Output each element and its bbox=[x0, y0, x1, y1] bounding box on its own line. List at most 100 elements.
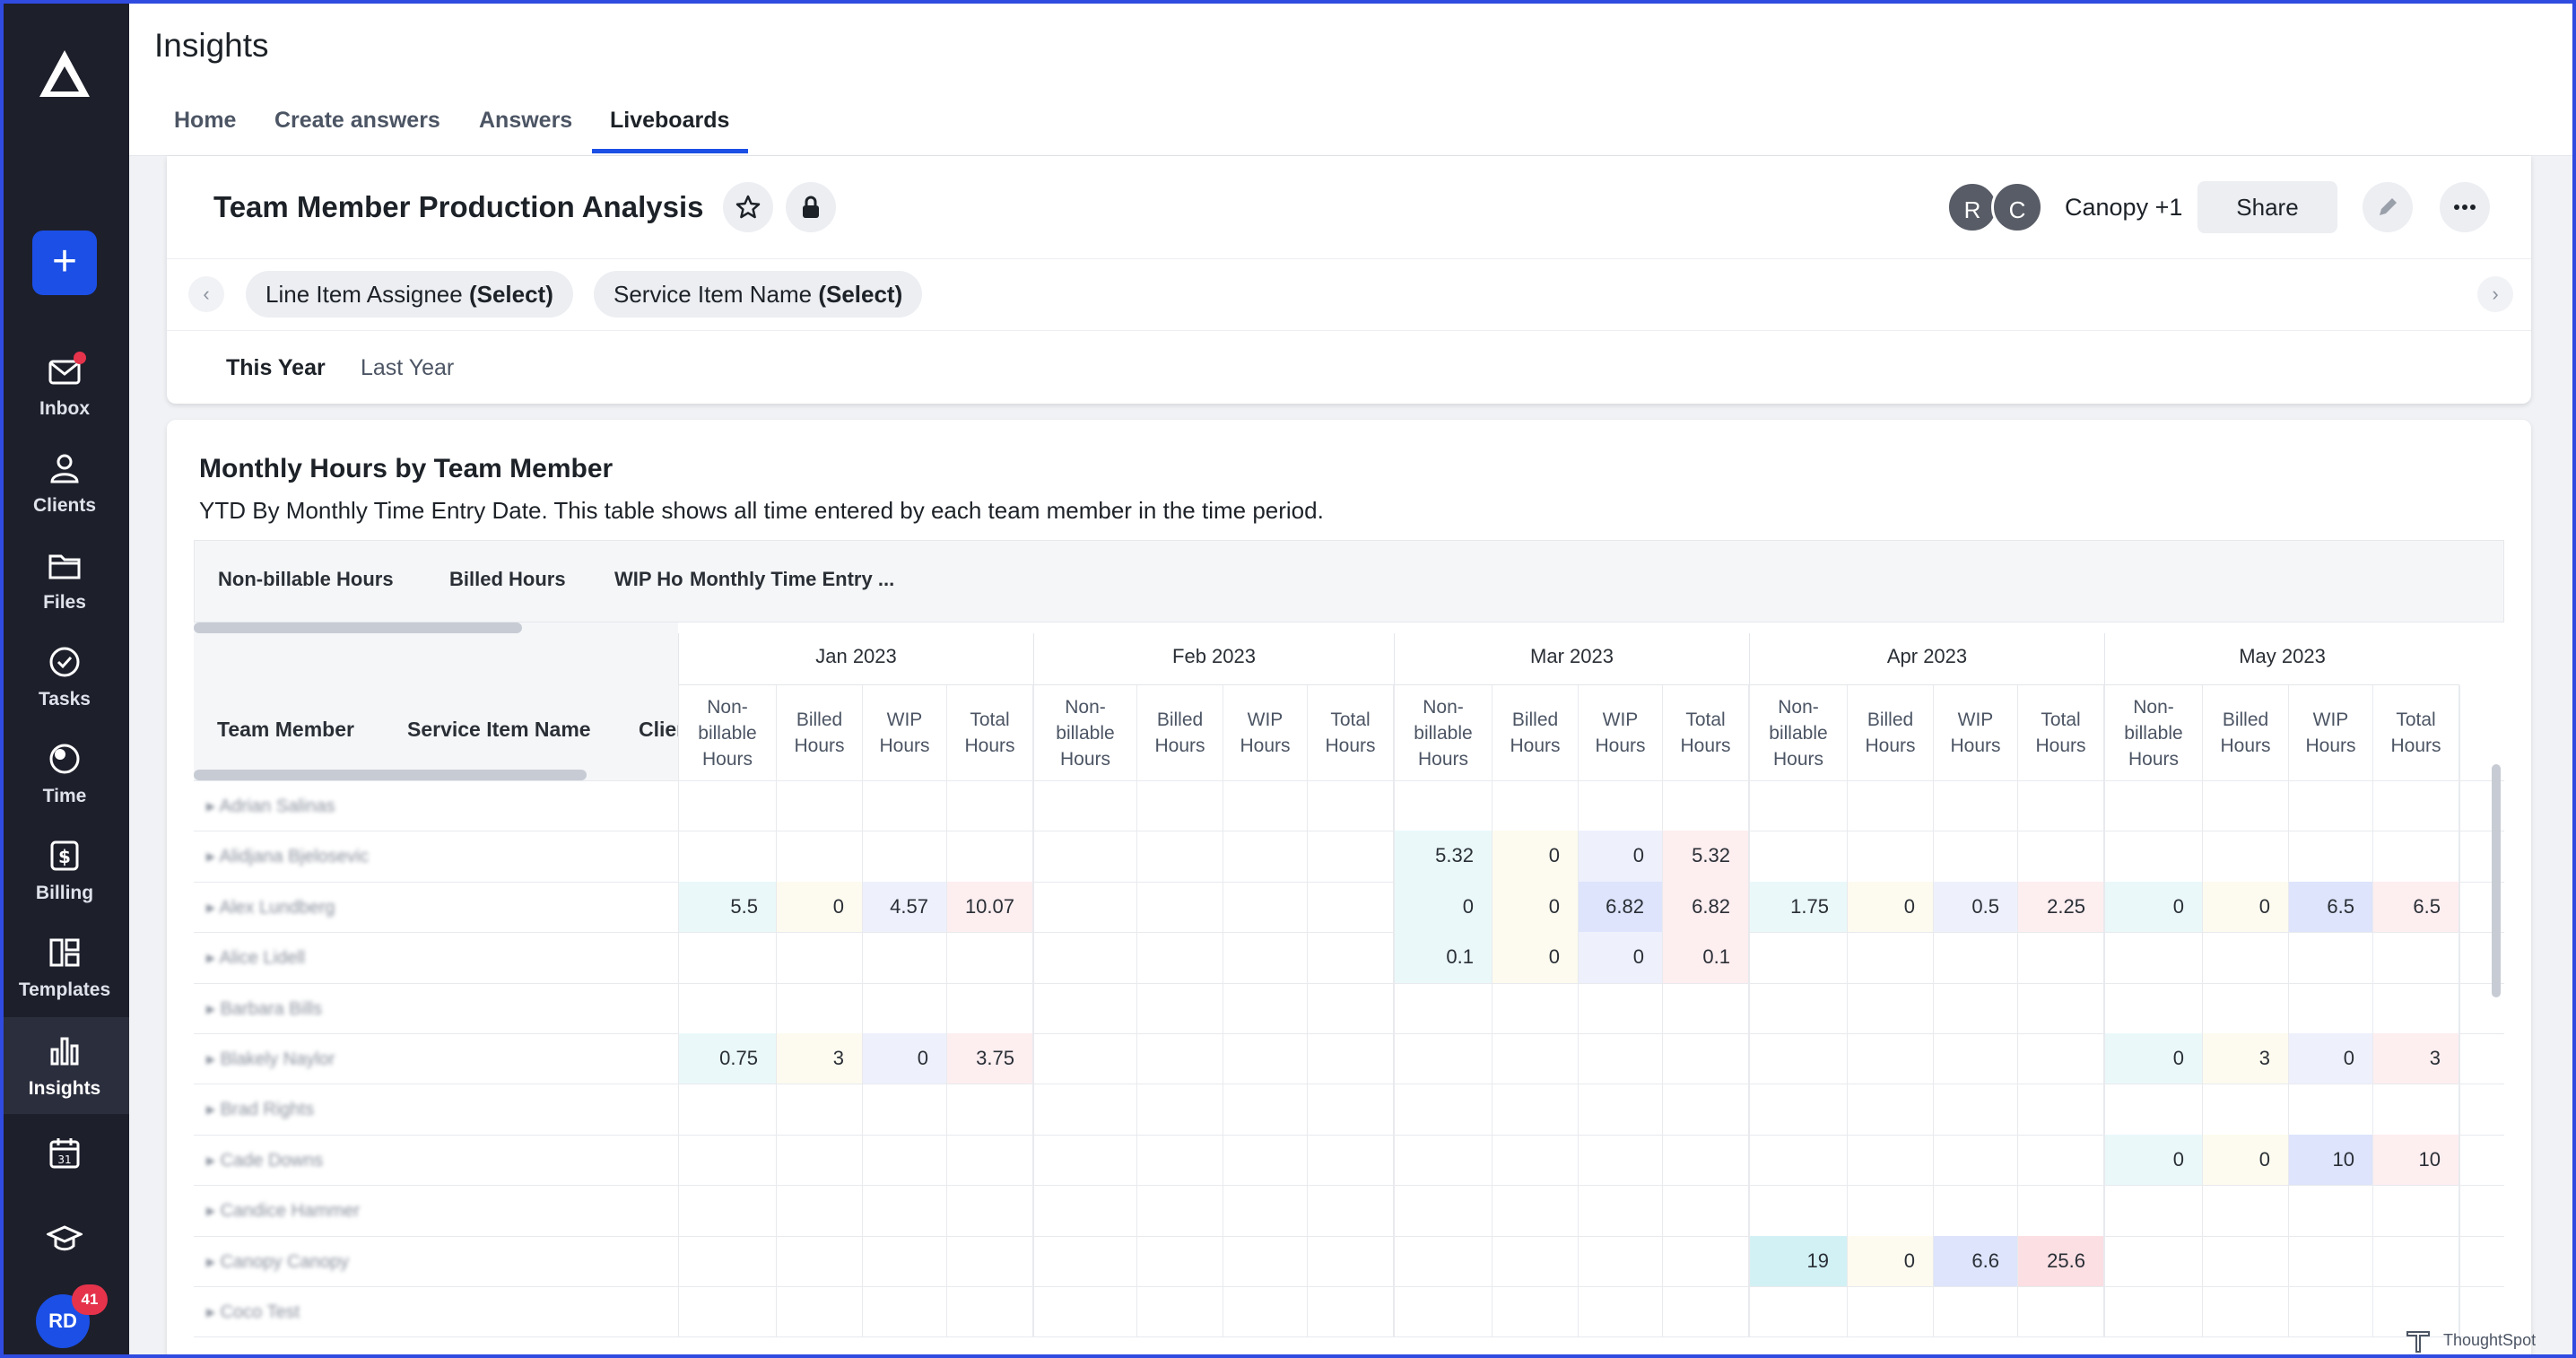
subcolumn-header[interactable]: Billed Hours bbox=[1493, 685, 1579, 780]
table-cell bbox=[1848, 831, 1934, 882]
sidebar-item-insights[interactable]: Insights bbox=[0, 1017, 129, 1114]
filter-chip-line-item-assignee[interactable]: Line Item Assignee (Select) bbox=[246, 271, 573, 318]
filter-value: (Select) bbox=[818, 281, 903, 308]
team-member-name[interactable]: ▸ Canopy Canopy bbox=[206, 1250, 349, 1273]
team-member-name[interactable]: ▸ Cade Downs bbox=[206, 1149, 323, 1171]
avatar[interactable]: C bbox=[1991, 181, 2043, 233]
sidebar-item-templates[interactable]: Templates bbox=[0, 926, 129, 1023]
subcolumn-header[interactable]: Billed Hours bbox=[777, 685, 863, 780]
team-member-name[interactable]: ▸ Coco Test bbox=[206, 1301, 300, 1323]
vertical-scrollbar[interactable] bbox=[2492, 764, 2501, 997]
owner-label: Canopy +1 bbox=[2065, 194, 2183, 221]
team-member-name[interactable]: ▸ Alidjana Bjelosevic bbox=[206, 845, 369, 867]
tab-liveboards[interactable]: Liveboards bbox=[610, 108, 729, 134]
subcolumn-header[interactable]: Non- billable Hours bbox=[1033, 685, 1137, 780]
table-cell bbox=[1033, 1134, 1137, 1186]
chevron-left-icon[interactable]: ‹ bbox=[188, 276, 224, 312]
subcolumn-header[interactable]: Total Hours bbox=[1308, 685, 1394, 780]
table-cell bbox=[947, 1084, 1033, 1135]
team-member-name[interactable]: ▸ Brad Rights bbox=[206, 1098, 314, 1120]
sidebar-item-time[interactable]: Time bbox=[0, 732, 129, 829]
favorite-button[interactable] bbox=[723, 182, 773, 232]
column-header-team-member[interactable]: Team Member bbox=[217, 718, 354, 742]
check-circle-icon bbox=[49, 647, 80, 677]
table-cell bbox=[1934, 932, 2018, 983]
period-tab-this-year[interactable]: This Year bbox=[226, 355, 326, 381]
team-member-name[interactable]: ▸ Alex Lundberg bbox=[206, 896, 335, 918]
viz-tab-monthly-time-entry[interactable]: Monthly Time Entry ... bbox=[690, 568, 894, 591]
team-member-name[interactable]: ▸ Adrian Salinas bbox=[206, 795, 335, 817]
lock-button[interactable] bbox=[786, 182, 836, 232]
subcolumn-header[interactable]: Non- billable Hours bbox=[1394, 685, 1493, 780]
team-member-name[interactable]: ▸ Alice Lidell bbox=[206, 946, 305, 969]
table-cell bbox=[1663, 1084, 1749, 1135]
subcolumn-header[interactable]: WIP Hours bbox=[863, 685, 947, 780]
add-button[interactable]: + bbox=[32, 231, 97, 295]
sidebar-item-files[interactable]: Files bbox=[0, 538, 129, 635]
table-cell bbox=[947, 780, 1033, 831]
table-cell bbox=[1749, 831, 1848, 882]
viz-tab-wip-hours[interactable]: WIP Ho bbox=[614, 568, 693, 591]
share-button[interactable]: Share bbox=[2197, 181, 2337, 233]
table-cell bbox=[678, 1235, 777, 1286]
graduation-cap-icon[interactable] bbox=[47, 1220, 83, 1256]
table-cell: 25.6 bbox=[2018, 1235, 2104, 1286]
sidebar-item-clients[interactable]: Clients bbox=[0, 441, 129, 538]
column-header-service-item-name[interactable]: Service Item Name bbox=[407, 718, 591, 742]
subcolumn-header[interactable]: Total Hours bbox=[947, 685, 1033, 780]
table-cell bbox=[1934, 1033, 2018, 1084]
period-tab-last-year[interactable]: Last Year bbox=[361, 355, 454, 381]
table-cell: 5.32 bbox=[1663, 831, 1749, 882]
tab-create-answers[interactable]: Create answers bbox=[274, 108, 440, 134]
subcolumn-header[interactable]: Non- billable Hours bbox=[1749, 685, 1848, 780]
subcolumn-header[interactable]: WIP Hours bbox=[1934, 685, 2018, 780]
more-options-button[interactable] bbox=[2440, 182, 2490, 232]
table-cell bbox=[1223, 1084, 1308, 1135]
subcolumn-header[interactable]: Non- billable Hours bbox=[678, 685, 777, 780]
team-member-name[interactable]: ▸ Candice Hammer bbox=[206, 1199, 360, 1222]
table-cell bbox=[1848, 932, 1934, 983]
table-cell bbox=[947, 831, 1033, 882]
sidebar-item-tasks[interactable]: Tasks bbox=[0, 635, 129, 732]
tab-home[interactable]: Home bbox=[174, 108, 236, 134]
table-cell: 10 bbox=[2373, 1134, 2459, 1186]
column-header-client[interactable]: Clien bbox=[639, 718, 678, 742]
filter-chip-service-item-name[interactable]: Service Item Name (Select) bbox=[594, 271, 923, 318]
viz-tab-non-billable-hours[interactable]: Non-billable Hours bbox=[218, 568, 394, 591]
team-member-name[interactable]: ▸ Blakely Naylor bbox=[206, 1048, 335, 1070]
subcolumn-header[interactable]: Total Hours bbox=[2018, 685, 2104, 780]
subcolumn-header[interactable]: Billed Hours bbox=[1137, 685, 1223, 780]
table-cell-partial bbox=[2459, 1134, 2504, 1186]
sidebar-item-inbox[interactable]: Inbox bbox=[0, 344, 129, 441]
viz-tab-billed-hours[interactable]: Billed Hours bbox=[449, 568, 566, 591]
table-cell bbox=[2373, 1185, 2459, 1236]
subcolumn-header[interactable]: Billed Hours bbox=[1848, 685, 1934, 780]
subcolumn-header[interactable]: Non- billable Hours bbox=[2104, 685, 2203, 780]
subcolumn-header[interactable]: Billed Hours bbox=[2203, 685, 2289, 780]
table-cell bbox=[2104, 780, 2203, 831]
edit-button[interactable] bbox=[2363, 182, 2413, 232]
subcolumn-header[interactable]: Total Hours bbox=[2373, 685, 2459, 780]
table-cell bbox=[947, 1235, 1033, 1286]
calendar-icon[interactable]: 31 bbox=[47, 1136, 83, 1171]
table-cell bbox=[863, 780, 947, 831]
subcolumn-header[interactable]: WIP Hours bbox=[1579, 685, 1663, 780]
table-cell bbox=[2018, 1286, 2104, 1337]
table-cell bbox=[1137, 831, 1223, 882]
tab-answers[interactable]: Answers bbox=[479, 108, 572, 134]
table-cell bbox=[1137, 1134, 1223, 1186]
subcolumn-header[interactable]: WIP Hours bbox=[1223, 685, 1308, 780]
table-cell bbox=[1223, 982, 1308, 1033]
subcolumn-header[interactable]: WIP Hours bbox=[2289, 685, 2373, 780]
subcolumn-header[interactable]: Total Hours bbox=[1663, 685, 1749, 780]
table-cell bbox=[1223, 780, 1308, 831]
horizontal-scrollbar[interactable] bbox=[194, 770, 587, 780]
canopy-logo-icon[interactable] bbox=[36, 47, 93, 100]
horizontal-scrollbar[interactable] bbox=[194, 622, 522, 633]
table-cell bbox=[1934, 1286, 2018, 1337]
table-cell bbox=[1394, 1286, 1493, 1337]
team-member-name[interactable]: ▸ Barbara Bills bbox=[206, 997, 322, 1020]
sidebar-item-billing[interactable]: $ Billing bbox=[0, 829, 129, 926]
sidebar-item-label: Time bbox=[42, 786, 87, 806]
chevron-right-icon[interactable]: › bbox=[2477, 276, 2513, 312]
